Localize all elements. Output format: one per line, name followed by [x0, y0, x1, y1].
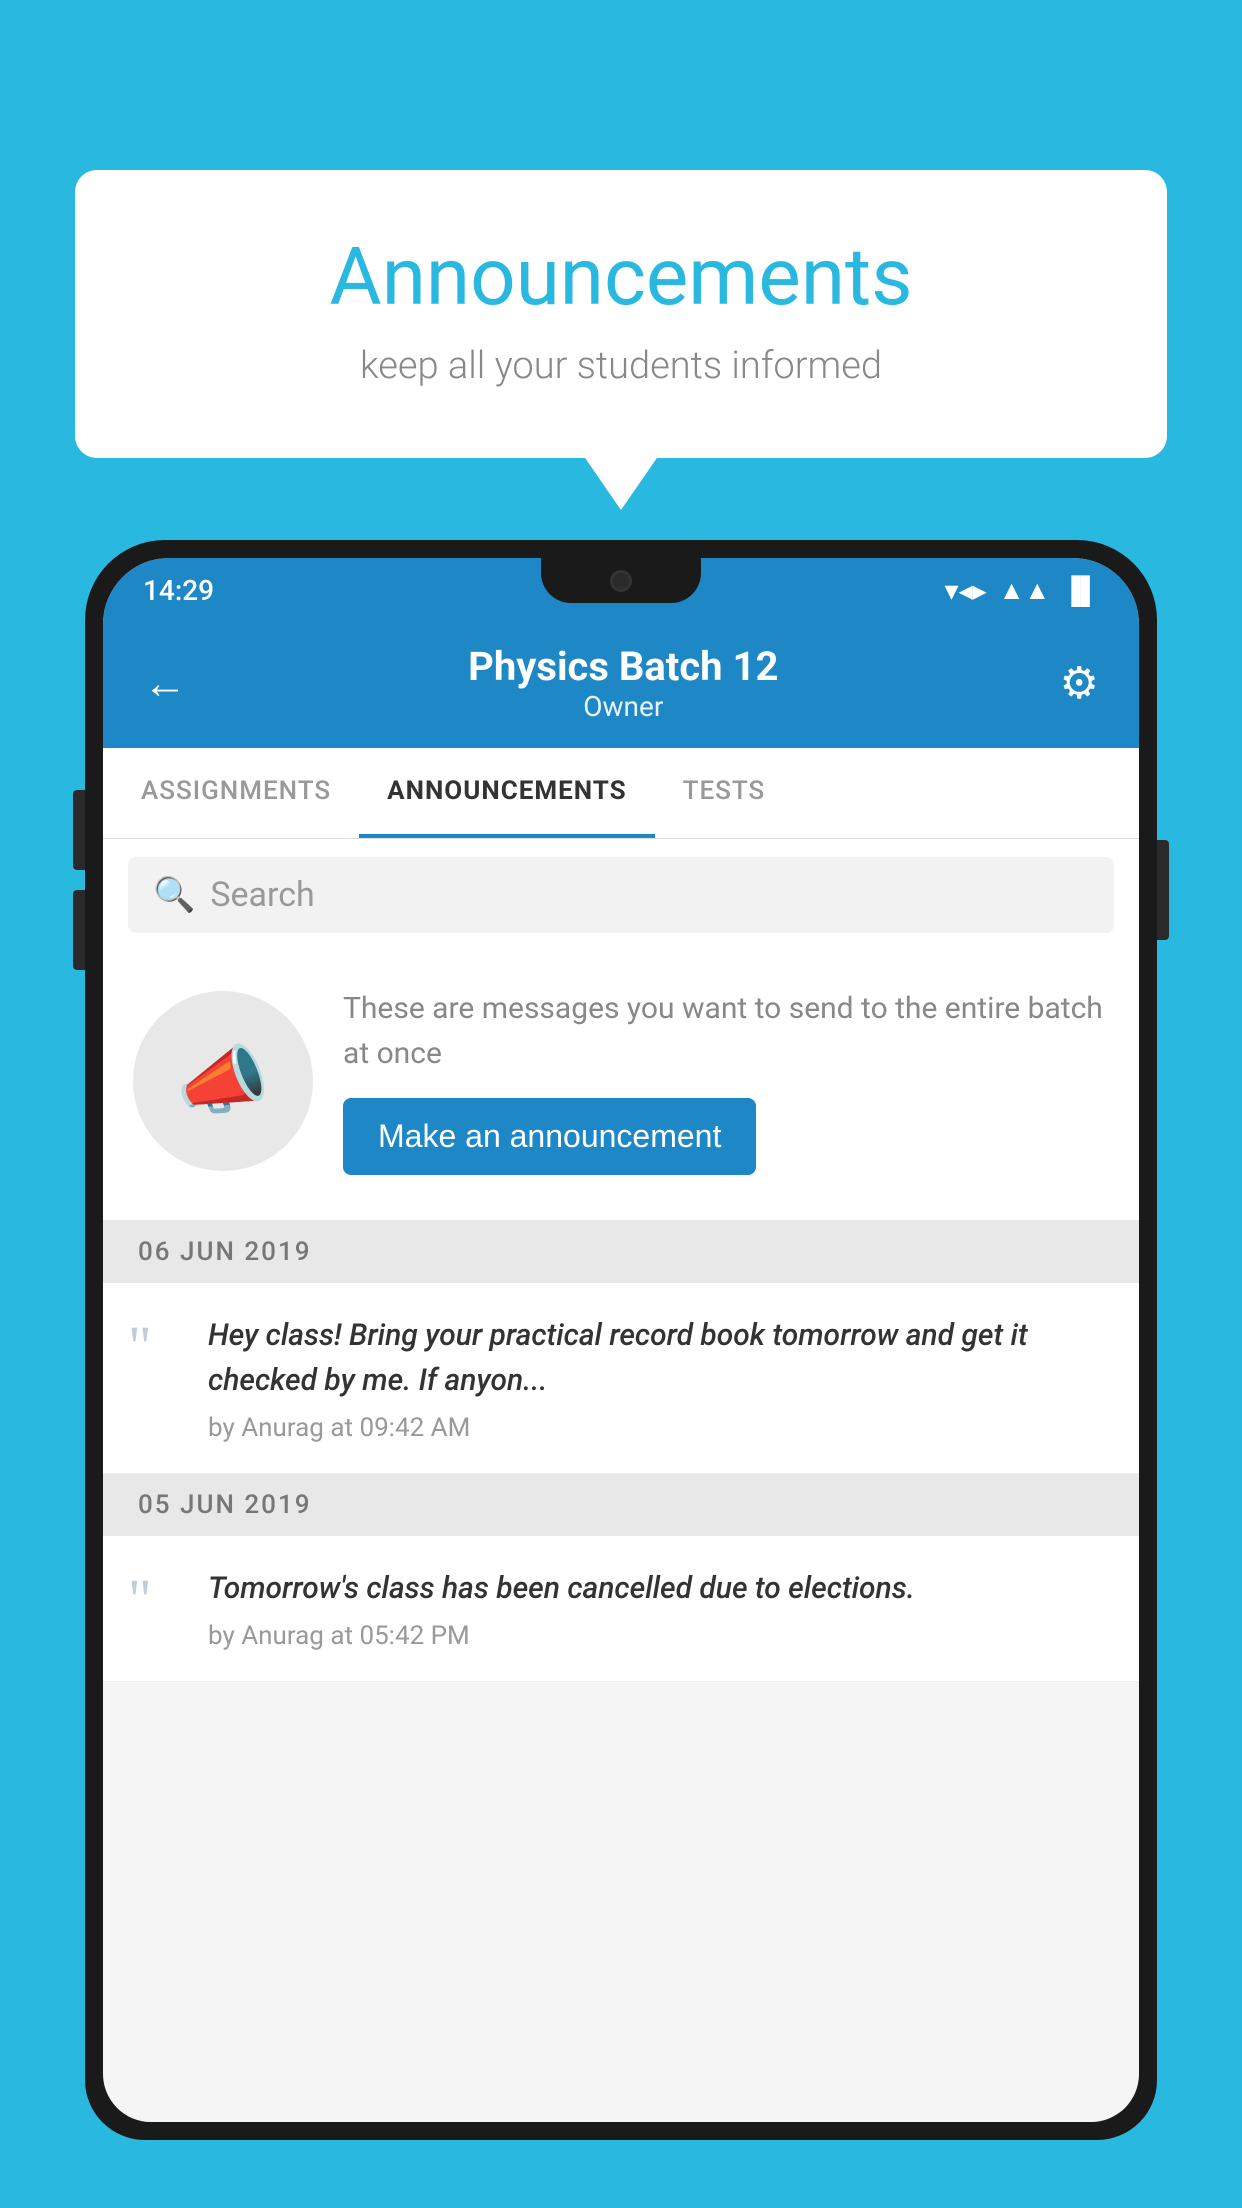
date-label-2: 05 JUN 2019 — [138, 1490, 312, 1520]
status-time: 14:29 — [143, 574, 214, 607]
announcement-text-1: Hey class! Bring your practical record b… — [208, 1313, 1109, 1403]
tabs-bar: ASSIGNMENTS ANNOUNCEMENTS TESTS — [103, 748, 1139, 839]
announcement-meta-1: by Anurag at 09:42 AM — [208, 1413, 1109, 1443]
promo-text-section: These are messages you want to send to t… — [343, 986, 1109, 1175]
announcement-content-2: Tomorrow's class has been cancelled due … — [208, 1566, 1109, 1651]
wifi-icon: ▾◂▸ — [945, 574, 987, 607]
date-divider-1: 06 JUN 2019 — [103, 1221, 1139, 1283]
search-container: 🔍 Search — [103, 839, 1139, 951]
volume-up-button — [73, 790, 85, 870]
signal-icon: ▲▲ — [999, 575, 1050, 606]
announcement-text-2: Tomorrow's class has been cancelled due … — [208, 1566, 1109, 1611]
speech-bubble-title: Announcements — [155, 230, 1087, 324]
phone-mockup: 14:29 ▾◂▸ ▲▲ ▐▌ ← Physics Batch 12 Owner… — [85, 540, 1157, 2208]
batch-title: Physics Batch 12 — [187, 643, 1060, 690]
speech-bubble-section: Announcements keep all your students inf… — [75, 170, 1167, 458]
power-button — [1157, 840, 1169, 940]
owner-label: Owner — [187, 690, 1060, 723]
search-icon: 🔍 — [153, 875, 195, 915]
volume-down-button — [73, 890, 85, 970]
promo-icon-circle: 📣 — [133, 991, 313, 1171]
speech-bubble-subtitle: keep all your students informed — [155, 344, 1087, 388]
announcement-meta-2: by Anurag at 05:42 PM — [208, 1621, 1109, 1651]
promo-card: 📣 These are messages you want to send to… — [103, 951, 1139, 1221]
date-divider-2: 05 JUN 2019 — [103, 1474, 1139, 1536]
phone-camera — [610, 570, 632, 592]
header-center: Physics Batch 12 Owner — [187, 643, 1060, 723]
make-announcement-button[interactable]: Make an announcement — [343, 1098, 756, 1175]
search-placeholder: Search — [210, 875, 314, 915]
announcement-item-2[interactable]: " Tomorrow's class has been cancelled du… — [103, 1536, 1139, 1682]
tab-assignments[interactable]: ASSIGNMENTS — [113, 748, 359, 838]
tab-tests[interactable]: TESTS — [655, 748, 794, 838]
search-input-wrapper[interactable]: 🔍 Search — [128, 857, 1114, 933]
quote-icon-2: " — [128, 1571, 183, 1629]
battery-icon: ▐▌ — [1062, 575, 1099, 606]
promo-description: These are messages you want to send to t… — [343, 986, 1109, 1076]
settings-icon[interactable]: ⚙ — [1060, 657, 1099, 709]
announcement-content-1: Hey class! Bring your practical record b… — [208, 1313, 1109, 1443]
tab-announcements[interactable]: ANNOUNCEMENTS — [359, 748, 654, 838]
back-button[interactable]: ← — [143, 657, 187, 709]
megaphone-icon: 📣 — [176, 1037, 269, 1125]
status-icons: ▾◂▸ ▲▲ ▐▌ — [945, 574, 1099, 607]
date-label-1: 06 JUN 2019 — [138, 1237, 312, 1267]
phone-notch — [541, 558, 701, 603]
quote-icon-1: " — [128, 1318, 183, 1376]
announcement-item-1[interactable]: " Hey class! Bring your practical record… — [103, 1283, 1139, 1474]
speech-bubble-card: Announcements keep all your students inf… — [75, 170, 1167, 458]
app-header: ← Physics Batch 12 Owner ⚙ — [103, 623, 1139, 748]
